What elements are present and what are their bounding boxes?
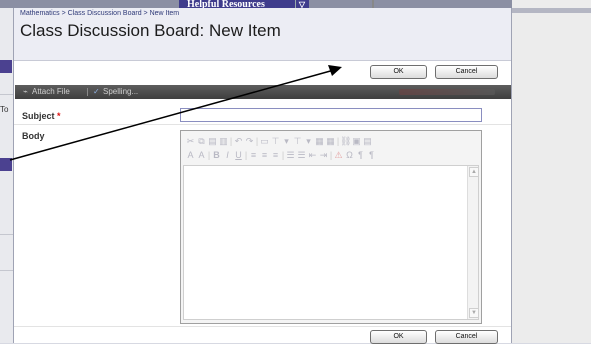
italic-icon[interactable]: I bbox=[222, 149, 233, 161]
editor-toolbar-row-2: A A | B I U | ≡ ≡ ≡ | ☰ ☰ ⇤ ⇥ | ⚠ Ω ¶ ¶ bbox=[185, 149, 481, 161]
new-item-dialog: Mathematics > Class Discussion Board > N… bbox=[13, 8, 512, 344]
dialog-header: Mathematics > Class Discussion Board > N… bbox=[14, 8, 511, 61]
background-left-divider bbox=[0, 270, 13, 271]
highlight-color-icon[interactable]: ⊤ bbox=[292, 135, 303, 147]
copy-icon[interactable]: ⧉ bbox=[196, 135, 207, 147]
paperclip-icon: ⌁ bbox=[23, 87, 28, 96]
link-icon[interactable]: ⛓ bbox=[340, 135, 351, 147]
underline-icon[interactable]: U bbox=[233, 149, 244, 161]
background-left-divider bbox=[0, 94, 13, 95]
chevron-down-icon[interactable]: ▾ bbox=[303, 135, 314, 147]
spelling-button[interactable]: Spelling... bbox=[103, 85, 138, 99]
breadcrumb: Mathematics > Class Discussion Board > N… bbox=[20, 10, 179, 17]
attach-file-button[interactable]: Attach File bbox=[32, 85, 70, 99]
background-left-tab[interactable] bbox=[0, 158, 12, 171]
editor-scrollbar[interactable]: ▲ ▼ bbox=[467, 166, 479, 319]
subject-label-text: Subject bbox=[22, 111, 55, 121]
form-divider bbox=[14, 124, 511, 125]
paste-text-icon[interactable]: ▥ bbox=[218, 135, 229, 147]
special-char-icon[interactable]: Ω bbox=[344, 149, 355, 161]
page-title: Class Discussion Board: New Item bbox=[20, 21, 281, 40]
toolbar-faded-region bbox=[399, 89, 495, 95]
background-right-panel bbox=[512, 0, 591, 343]
toolbar-divider bbox=[87, 88, 88, 96]
scroll-down-icon[interactable]: ▼ bbox=[469, 308, 479, 318]
outdent-icon[interactable]: ⇤ bbox=[307, 149, 318, 161]
chevron-down-icon[interactable]: ▾ bbox=[281, 135, 292, 147]
warning-icon[interactable]: ⚠ bbox=[333, 149, 344, 161]
preview-icon[interactable]: ▤ bbox=[362, 135, 373, 147]
font-icon[interactable]: A bbox=[185, 149, 196, 161]
subject-input[interactable] bbox=[180, 108, 482, 122]
font-size-icon[interactable]: A bbox=[196, 149, 207, 161]
scroll-up-icon[interactable]: ▲ bbox=[469, 167, 479, 177]
image-icon[interactable]: ▭ bbox=[259, 135, 270, 147]
breadcrumb-item-forum[interactable]: Class Discussion Board bbox=[68, 10, 142, 17]
undo-icon[interactable]: ↶ bbox=[233, 135, 244, 147]
numbered-list-icon[interactable]: ☰ bbox=[285, 149, 296, 161]
spellcheck-icon: ✓ bbox=[93, 87, 100, 96]
cut-icon[interactable]: ✂ bbox=[185, 135, 196, 147]
ltr-icon[interactable]: ¶ bbox=[355, 149, 366, 161]
cancel-button-bottom[interactable]: Cancel bbox=[435, 330, 498, 344]
align-left-icon[interactable]: ≡ bbox=[248, 149, 259, 161]
breadcrumb-separator: > bbox=[59, 10, 68, 17]
editor-toolbar-row-1: ✂ ⧉ ▤ ▥ | ↶ ↷ | ▭ ⊤ ▾ ⊤ ▾ ▦ ▦ |⛓▣ ▤ bbox=[185, 135, 481, 147]
redo-icon[interactable]: ↷ bbox=[244, 135, 255, 147]
bold-icon[interactable]: B bbox=[211, 149, 222, 161]
background-left-text: To bbox=[0, 105, 9, 114]
breadcrumb-item-course[interactable]: Mathematics bbox=[20, 10, 60, 17]
ok-button-bottom[interactable]: OK bbox=[370, 330, 427, 344]
background-left-divider bbox=[0, 234, 13, 235]
breadcrumb-separator: > bbox=[141, 10, 150, 17]
bullet-list-icon[interactable]: ☰ bbox=[296, 149, 307, 161]
table-icon[interactable]: ▦ bbox=[314, 135, 325, 147]
align-center-icon[interactable]: ≡ bbox=[259, 149, 270, 161]
ok-button-top[interactable]: OK bbox=[370, 65, 427, 79]
required-marker: * bbox=[57, 111, 61, 121]
subject-label: Subject * bbox=[22, 111, 61, 121]
body-editor: ✂ ⧉ ▤ ▥ | ↶ ↷ | ▭ ⊤ ▾ ⊤ ▾ ▦ ▦ |⛓▣ ▤ A A | B I U | ≡ ≡ ≡ | ☰ ☰ ⇤ ⇥ | ⚠ Ω ¶ ¶… bbox=[180, 130, 482, 324]
media-icon[interactable]: ▣ bbox=[351, 135, 362, 147]
attachment-toolbar: ⌁ Attach File ✓ Spelling... bbox=[15, 85, 511, 99]
background-left-tab[interactable] bbox=[0, 60, 12, 73]
body-textarea[interactable]: ▲ ▼ bbox=[183, 165, 479, 320]
table-props-icon[interactable]: ▦ bbox=[325, 135, 336, 147]
paste-icon[interactable]: ▤ bbox=[207, 135, 218, 147]
form-divider bbox=[14, 326, 511, 327]
cancel-button-top[interactable]: Cancel bbox=[435, 65, 498, 79]
body-label: Body bbox=[22, 131, 45, 141]
breadcrumb-item-current: New Item bbox=[149, 10, 180, 17]
background-left-panel: To bbox=[0, 8, 13, 343]
background-right-band bbox=[512, 8, 591, 13]
rtl-icon[interactable]: ¶ bbox=[366, 149, 377, 161]
font-color-icon[interactable]: ⊤ bbox=[270, 135, 281, 147]
indent-icon[interactable]: ⇥ bbox=[318, 149, 329, 161]
align-right-icon[interactable]: ≡ bbox=[270, 149, 281, 161]
